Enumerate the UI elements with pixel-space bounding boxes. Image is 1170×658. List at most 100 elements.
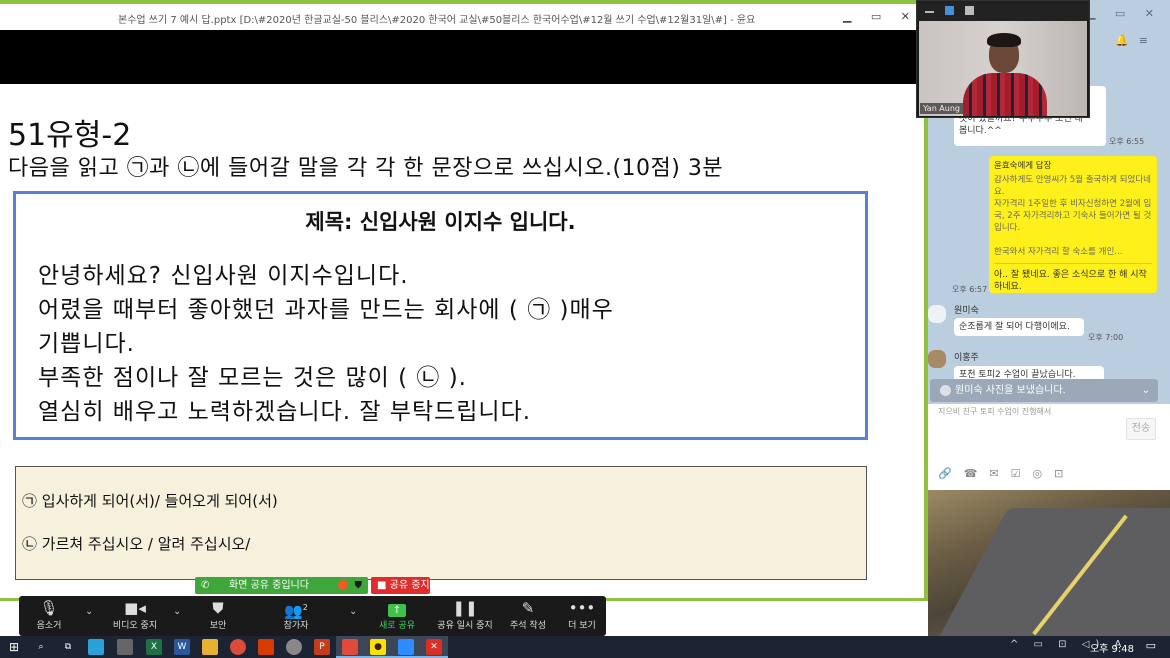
window-controls[interactable]: ▁ ▭ ✕ xyxy=(843,10,918,23)
slide-top-band xyxy=(0,30,928,84)
presentation-slide: 본수업 쓰기 7 예시 답.pptx [D:\#2020년 한글교실-50 블리… xyxy=(0,0,928,636)
avatar[interactable] xyxy=(928,305,946,323)
video-view-icon[interactable] xyxy=(945,6,954,15)
letter-line: 안녕하세요? 신입사원 이지수입니다. xyxy=(38,263,409,289)
letter-line: 열심히 배우고 노력하겠습니다. 잘 부탁드립니다. xyxy=(38,399,532,425)
reply-quote: 감사하게도 안영씨가 5월 출국하게 되었다네요. 자가격리 1주일한 후 비자… xyxy=(994,175,1152,257)
reply-text: 아.. 잘 됐네요. 좋은 소식으로 한 해 시작하네요. xyxy=(994,270,1147,292)
pencil-icon: ✎ xyxy=(521,599,535,617)
presentation-icon[interactable] xyxy=(342,639,358,655)
menu-icon[interactable] xyxy=(965,6,974,15)
task-view-icon[interactable]: ⧉ xyxy=(60,639,76,655)
avatar xyxy=(940,384,951,396)
letter-title: 제목: 신입사원 이지수 입니다. xyxy=(305,210,576,234)
chat-input-area[interactable]: 지으비 친구 토피 수업이 진행해서 전송 🔗☎✉☑◎⊡ xyxy=(928,404,1170,490)
more-icon: ••• xyxy=(568,599,596,617)
zoom-icon[interactable] xyxy=(398,639,414,655)
photo-notice-text: 원미숙 사진을 보냈습니다. xyxy=(955,385,1066,396)
person-body xyxy=(963,73,1047,116)
participant-name: Yan Aung xyxy=(920,103,963,114)
chat-input-icons[interactable]: 🔗☎✉☑◎⊡ xyxy=(938,467,1075,480)
photo-notification[interactable]: 원미숙 사진을 보냈습니다. ⌄ xyxy=(930,379,1158,402)
mute-button[interactable]: 🎙 음소거 xyxy=(27,596,71,636)
record-icon xyxy=(338,580,348,590)
chrome-icon[interactable] xyxy=(230,639,246,655)
chat-header-icons[interactable]: 🔔≡ xyxy=(1115,34,1158,47)
answer-box: ㉠ 입사하게 되어(서)/ 들어오게 되어(서) ㉡ 가르쳐 주십시오 / 알려… xyxy=(15,466,867,580)
search-icon[interactable]: ⌕ xyxy=(33,639,49,655)
security-label: 보안 xyxy=(209,621,227,631)
folder-icon[interactable] xyxy=(202,639,218,655)
shield-icon: ⛊ xyxy=(354,580,363,591)
video-label: 비디오 중지 xyxy=(112,621,158,631)
chevron-down-icon[interactable]: ⌄ xyxy=(1142,379,1150,402)
participants-label: 참가자 xyxy=(283,621,309,631)
notification-icon[interactable]: ▭ xyxy=(1146,639,1156,652)
phone-icon: ✆ xyxy=(201,580,210,591)
message-time: 오후 6:55 xyxy=(1109,137,1145,146)
office-icon[interactable] xyxy=(258,639,274,655)
more-label: 더 보기 xyxy=(568,621,596,631)
app-icon[interactable] xyxy=(286,639,302,655)
sender-name: 원미숙 xyxy=(954,306,979,316)
ppt-titlebar: 본수업 쓰기 7 예시 답.pptx [D:\#2020년 한글교실-50 블리… xyxy=(0,4,928,30)
new-share-button[interactable]: ↑ 새로 공유 xyxy=(375,596,419,636)
pause-share-button[interactable]: ❚❚ 공유 일시 중지 xyxy=(433,596,497,636)
my-reply-bubble: 윤효숙에게 답장 감사하게도 안영씨가 5월 출국하게 되었다네요. 자가격리 … xyxy=(989,156,1157,293)
word-icon[interactable]: W xyxy=(174,639,190,655)
people-icon: 👥2 xyxy=(284,602,308,620)
meeting-toolbar: 🎙 음소거 ⌄ ■◂ 비디오 중지 ⌄ ⛊ 보안 👥2 참가자 ⌄ ↑ 새로 공… xyxy=(19,596,606,636)
camera-icon: ■◂ xyxy=(124,599,146,617)
chevron-up-icon[interactable]: ⌄ xyxy=(85,606,93,617)
pause-share-label: 공유 일시 중지 xyxy=(437,621,493,631)
letter-line: 어렸을 때부터 좋아했던 과자를 만드는 회사에 ( ㉠ )매우 xyxy=(38,297,614,323)
letter-line: 기쁩니다. xyxy=(38,331,135,357)
clock[interactable]: 오후 9:48 xyxy=(1090,640,1134,655)
slide-instruction: 다음을 읽고 ㉠과 ㉡에 들어갈 말을 각 각 한 문장으로 쓰십시오.(10점… xyxy=(8,156,724,181)
letter-line: 부족한 점이나 잘 모르는 것은 많이 ( ㉡ ). xyxy=(38,365,467,391)
answer-line: ㉡ 가르쳐 주십시오 / 알려 주십시오/ xyxy=(22,535,251,553)
window-controls[interactable]: ▁ ▭ ✕ xyxy=(1087,7,1162,20)
chat-bubble-partial: 지으비 친구 토피 수업이 진행해서 xyxy=(938,407,1052,416)
send-button[interactable]: 전송 xyxy=(1126,418,1156,440)
divider xyxy=(994,263,1152,264)
avatar[interactable] xyxy=(928,350,946,368)
excel-icon[interactable]: X xyxy=(146,639,162,655)
stop-video-button[interactable]: ■◂ 비디오 중지 xyxy=(107,596,163,636)
answer-line: ㉠ 입사하게 되어(서)/ 들어오게 되어(서) xyxy=(22,492,278,510)
annotate-label: 주석 작성 xyxy=(510,621,546,631)
app-icon[interactable] xyxy=(88,639,104,655)
stop-share-button[interactable]: ■ 공유 중지 xyxy=(371,577,430,594)
message-time: 오후 6:57 xyxy=(952,285,988,294)
store-icon[interactable] xyxy=(117,639,133,655)
screen-sharing-badge[interactable]: ✆ 화면 공유 중입니다 ⛊ xyxy=(195,577,368,594)
annotate-button[interactable]: ✎ 주석 작성 xyxy=(505,596,551,636)
person-hair xyxy=(987,33,1021,47)
mic-icon: 🎙 xyxy=(39,599,59,617)
participants-button[interactable]: 👥2 참가자 xyxy=(274,596,318,636)
windows-start-icon[interactable]: ⊞ xyxy=(6,639,22,655)
shield-icon: ⛊ xyxy=(212,599,224,617)
share-status-text: 화면 공유 중입니다 xyxy=(229,580,309,591)
chevron-up-icon[interactable]: ⌄ xyxy=(349,606,357,617)
pause-icon: ❚❚ xyxy=(452,599,478,617)
powerpoint-icon[interactable]: P xyxy=(314,639,330,655)
minimize-icon[interactable] xyxy=(925,11,934,13)
chat-bubble: 순조롭게 잘 되어 다행이에요. xyxy=(954,318,1084,336)
taskbar: ⊞ ⌕ ⧉ X W P ● ✕ ^ ▭ ⊡ ◁) A 오후 9:48 ▭ xyxy=(0,636,1170,658)
sender-name: 이홍주 xyxy=(954,353,979,363)
participant-video[interactable]: Yan Aung xyxy=(916,0,1090,118)
ppt-window-title: 본수업 쓰기 7 예시 답.pptx [D:\#2020년 한글교실-50 블리… xyxy=(118,15,756,26)
message-time: 오후 7:00 xyxy=(1088,333,1124,342)
desktop-wallpaper xyxy=(928,490,1170,636)
share-arrow-icon: ↑ xyxy=(375,596,419,618)
video-topbar xyxy=(917,1,1089,21)
mute-label: 음소거 xyxy=(36,621,62,631)
new-share-label: 새로 공유 xyxy=(379,621,415,631)
kakaotalk-icon[interactable]: ● xyxy=(370,639,386,655)
chevron-up-icon[interactable]: ⌄ xyxy=(173,606,181,617)
app-icon[interactable]: ✕ xyxy=(426,639,442,655)
security-button[interactable]: ⛊ 보안 xyxy=(197,596,239,636)
more-button[interactable]: ••• 더 보기 xyxy=(561,596,603,636)
participants-count: 2 xyxy=(302,603,308,612)
